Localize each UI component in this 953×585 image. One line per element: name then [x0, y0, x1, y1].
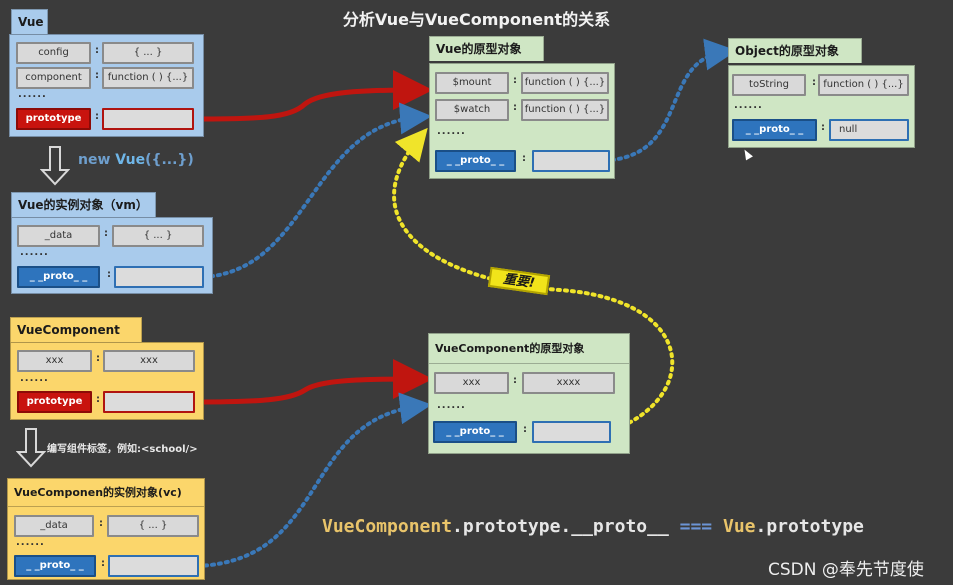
- mouse-cursor-icon: [741, 147, 753, 161]
- vc-panel: VueComponen的实例对象(vc) _data : { ... } ...…: [7, 478, 205, 580]
- relation-formula: VueComponent.prototype.__proto__ === Vue…: [322, 516, 864, 537]
- vue-panel: config : { ... } component : function ( …: [9, 34, 204, 137]
- vm-panel-title: Vue的实例对象（vm）: [11, 192, 156, 217]
- vc-prototype-panel: VueComponent的原型对象 xxx : xxxx ...... _ _p…: [428, 333, 630, 454]
- vueproto-ellipsis: ......: [437, 126, 466, 137]
- vc-ctor-value-xxx: xxx: [103, 350, 195, 372]
- vc-panel-title: VueComponen的实例对象(vc): [8, 479, 204, 507]
- vue-value-component: function ( ) {...}: [102, 67, 194, 89]
- watermark: CSDN @奉先节度使: [768, 560, 924, 580]
- vm-ellipsis: ......: [20, 247, 49, 258]
- vcproto-proto-key: _ _proto_ _: [433, 421, 517, 443]
- vcproto-proto-value: [532, 421, 611, 443]
- vue-panel-title: Vue: [11, 9, 48, 34]
- vue-ellipsis: ......: [18, 89, 47, 100]
- vcproto-value-xxxx: xxxx: [522, 372, 615, 394]
- down-arrow-icon: [16, 428, 46, 468]
- vuecomponent-prototype-value: [103, 391, 195, 413]
- vueproto-key-watch: $watch: [435, 99, 509, 121]
- vm-proto-key: _ _proto_ _: [17, 266, 100, 288]
- vueproto-key-mount: $mount: [435, 72, 509, 94]
- vc-proto-value: [108, 555, 199, 577]
- blue-arrow-vm-proto: [202, 102, 432, 279]
- vue-prototype-value: [102, 108, 194, 130]
- down-arrow-icon: [40, 146, 70, 186]
- vc-ellipsis: ......: [16, 537, 45, 548]
- vueproto-value-mount: function ( ) {...}: [521, 72, 609, 94]
- vm-key-data: _data: [17, 225, 100, 247]
- objproto-proto-key: _ _proto_ _: [732, 119, 817, 141]
- vuecomponent-panel-title: VueComponent: [10, 317, 142, 342]
- important-badge: 重要!: [487, 266, 551, 296]
- vueproto-value-watch: function ( ) {...}: [521, 99, 609, 121]
- vc-value-data: { ... }: [107, 515, 199, 537]
- vcproto-key-xxx: xxx: [434, 372, 509, 394]
- vc-proto-key: _ _proto_ _: [14, 555, 96, 577]
- red-arrow-vue-prototype: [193, 70, 433, 122]
- vueproto-proto-value: [532, 150, 610, 172]
- vcproto-ellipsis: ......: [437, 400, 466, 411]
- object-prototype-panel: toString : function ( ) {...} ...... _ _…: [728, 65, 915, 148]
- vue-key-config: config: [16, 42, 91, 64]
- vc-ctor-key-xxx: xxx: [17, 350, 92, 372]
- write-tag-label: 编写组件标签，例如:<school/>: [47, 444, 198, 455]
- blue-arrow-vc-proto: [196, 392, 432, 568]
- new-vue-label: new Vue({...}): [78, 152, 194, 168]
- vm-panel: _data : { ... } ...... _ _proto_ _ :: [11, 217, 213, 294]
- red-arrow-vc-prototype: [193, 359, 433, 405]
- objproto-key-tostring: toString: [732, 74, 806, 96]
- vm-value-data: { ... }: [112, 225, 204, 247]
- blue-arrow-vueproto-proto: [610, 38, 737, 162]
- vuecomponent-panel: xxx : xxx ...... prototype :: [10, 342, 204, 420]
- objproto-ellipsis: ......: [734, 100, 763, 111]
- objproto-proto-value: null: [829, 119, 909, 141]
- vue-value-config: { ... }: [102, 42, 194, 64]
- vue-prototype-panel-title: Vue的原型对象: [429, 36, 544, 61]
- vc-prototype-panel-title: VueComponent的原型对象: [429, 334, 629, 364]
- vuecomponent-prototype-key: prototype: [17, 391, 92, 413]
- vueproto-proto-key: _ _proto_ _: [435, 150, 516, 172]
- diagram-title: 分析Vue与VueComponent的关系: [342, 10, 611, 29]
- vue-prototype-panel: $mount : function ( ) {...} $watch : fun…: [429, 63, 615, 179]
- vm-proto-value: [114, 266, 204, 288]
- vue-prototype-key: prototype: [16, 108, 91, 130]
- objproto-value-tostring: function ( ) {...}: [818, 74, 909, 96]
- vue-key-component: component: [16, 67, 91, 89]
- vc-ctor-ellipsis: ......: [20, 373, 49, 384]
- object-prototype-panel-title: Object的原型对象: [728, 38, 862, 63]
- vc-key-data: _data: [14, 515, 94, 537]
